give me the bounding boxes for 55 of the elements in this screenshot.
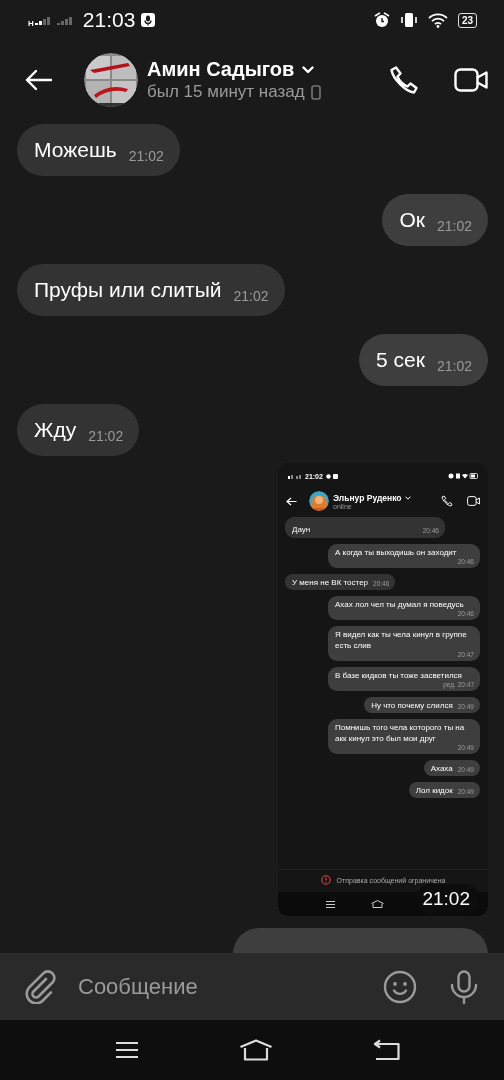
- chevron-down-icon[interactable]: [404, 495, 411, 500]
- last-seen-status: был 15 минут назад: [147, 82, 305, 102]
- message-text: 5 сек: [376, 347, 425, 373]
- menu-icon[interactable]: [326, 900, 335, 908]
- microphone-icon[interactable]: [450, 969, 478, 1004]
- message-text: Ахах лол чел ты думал я поведусь: [335, 599, 464, 610]
- paperclip-icon[interactable]: [24, 969, 56, 1004]
- signal-icon: [34, 15, 51, 25]
- video-call-icon[interactable]: [454, 68, 488, 92]
- message-time: 21:02: [233, 287, 269, 305]
- message-text: Ок: [399, 207, 425, 233]
- microphone-icon: [141, 13, 156, 27]
- message-time: 21:02: [436, 357, 472, 375]
- alarm-icon: [373, 12, 390, 28]
- menu-icon[interactable]: [115, 1041, 139, 1059]
- chevron-down-icon[interactable]: [302, 65, 315, 74]
- message-text: В базе кидков ты тоже засветился: [335, 670, 462, 681]
- message-text: Можешь: [34, 137, 117, 163]
- battery-level: 23: [457, 12, 477, 28]
- network-type-label: H: [28, 19, 34, 28]
- wifi-icon: [427, 12, 448, 28]
- back-arrow-icon[interactable]: [286, 496, 297, 506]
- home-icon[interactable]: [371, 900, 384, 908]
- signal-icon: [288, 473, 302, 479]
- vibrate-icon: [399, 12, 418, 28]
- phone-device-icon: [310, 84, 321, 100]
- message-field[interactable]: Сообщение: [0, 953, 504, 1020]
- message-time: 21:02: [128, 147, 164, 165]
- message-time: 21:02: [436, 217, 472, 235]
- home-icon[interactable]: [239, 1039, 273, 1061]
- message-text: Ну что почему слился: [371, 700, 453, 711]
- message-text: Лол кидок: [415, 785, 453, 796]
- message-text: А когда ты выходишь он заходит: [335, 547, 457, 558]
- message-text: Помнишь того чела которого ты на акк кинул это был мои друг: [335, 722, 466, 744]
- message-text: Жду: [34, 417, 77, 443]
- back-icon[interactable]: [373, 1039, 400, 1061]
- message-text: Я видел как ты чела кинул в группе есть слив: [335, 629, 468, 651]
- message-text: Ахаха: [430, 763, 453, 774]
- back-arrow-icon[interactable]: [25, 69, 53, 91]
- video-call-icon[interactable]: [467, 496, 480, 506]
- notification-icons: [325, 473, 338, 479]
- message-text: У меня не ВК тостер: [292, 577, 369, 588]
- emoji-icon[interactable]: [383, 969, 417, 1004]
- contact-name[interactable]: Эльнур Руденко: [333, 492, 402, 503]
- message-input[interactable]: Сообщение: [78, 968, 361, 1005]
- clock: 21:03: [82, 8, 136, 32]
- signal-icon: [56, 15, 73, 25]
- status-icons: [448, 473, 478, 479]
- message-time: 21:02: [88, 427, 124, 445]
- message-text: Даун: [292, 524, 311, 535]
- call-icon[interactable]: [389, 64, 420, 96]
- warning-icon: [320, 875, 331, 885]
- message-text: Пруфы или слитый: [34, 277, 222, 303]
- call-icon[interactable]: [441, 495, 453, 507]
- contact-name[interactable]: Амин Садыгов: [147, 58, 295, 81]
